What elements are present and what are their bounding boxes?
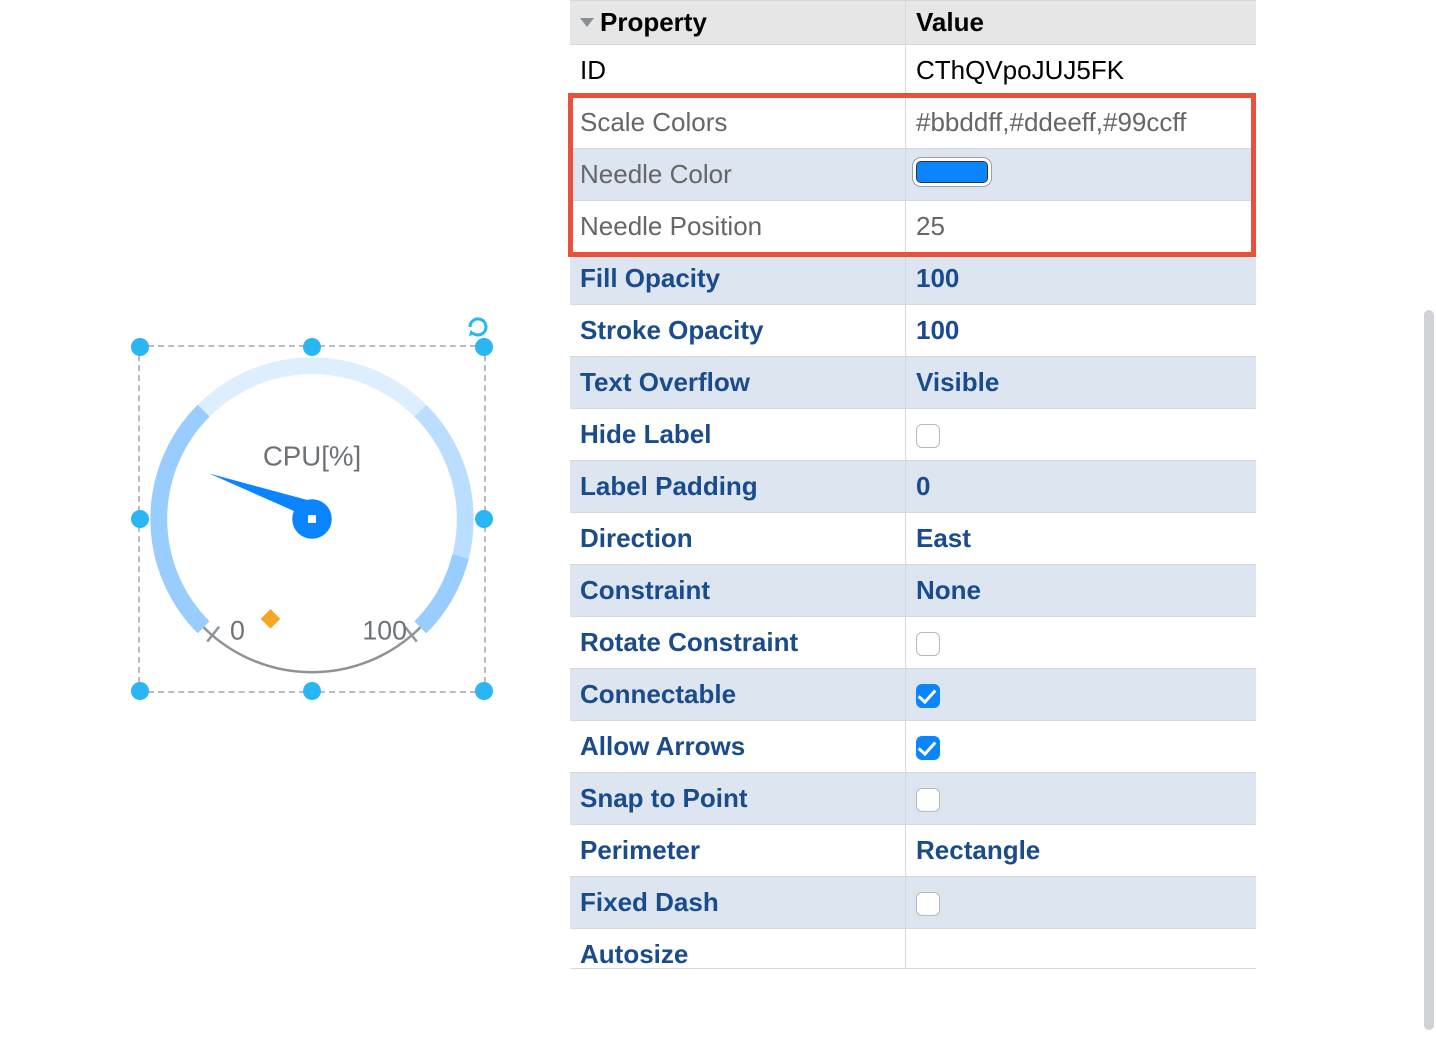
property-value-rotate_constraint[interactable] — [906, 617, 1256, 668]
waypoint-diamond-icon[interactable] — [261, 609, 281, 629]
property-label-needle_color: Needle Color — [570, 149, 906, 200]
property-label-text_overflow: Text Overflow — [570, 357, 906, 408]
property-header-row: Property Value — [570, 1, 1256, 45]
property-label-label_padding: Label Padding — [570, 461, 906, 512]
property-row-fill_opacity[interactable]: Fill Opacity100 — [570, 253, 1256, 305]
property-value-snap_to_point[interactable] — [906, 773, 1256, 824]
property-value-connectable[interactable] — [906, 669, 1256, 720]
property-label-needle_position: Needle Position — [570, 201, 906, 252]
property-row-needle_position[interactable]: Needle Position25 — [570, 201, 1256, 253]
property-value-autosize[interactable] — [906, 929, 1256, 968]
property-value-text_overflow[interactable]: Visible — [906, 357, 1256, 408]
checkbox-allow_arrows[interactable] — [916, 736, 940, 760]
property-value-hide_label[interactable] — [906, 409, 1256, 460]
checkbox-hide_label[interactable] — [916, 424, 940, 448]
property-value-allow_arrows[interactable] — [906, 721, 1256, 772]
property-label-stroke_opacity: Stroke Opacity — [570, 305, 906, 356]
property-row-connectable[interactable]: Connectable — [570, 669, 1256, 721]
property-value-scale_colors[interactable]: #bbddff,#ddeeff,#99ccff — [906, 97, 1256, 148]
property-value-id[interactable]: CThQVpoJUJ5FK — [906, 45, 1256, 96]
gauge-max-label: 100 — [362, 616, 407, 646]
checkbox-snap_to_point[interactable] — [916, 788, 940, 812]
property-row-perimeter[interactable]: PerimeterRectangle — [570, 825, 1256, 877]
property-value-fixed_dash[interactable] — [906, 877, 1256, 928]
color-swatch-needle_color[interactable] — [916, 161, 988, 183]
property-value-fill_opacity[interactable]: 100 — [906, 253, 1256, 304]
property-row-constraint[interactable]: ConstraintNone — [570, 565, 1256, 617]
property-row-id[interactable]: IDCThQVpoJUJ5FK — [570, 45, 1256, 97]
checkbox-rotate_constraint[interactable] — [916, 632, 940, 656]
property-label-id: ID — [570, 45, 906, 96]
property-row-stroke_opacity[interactable]: Stroke Opacity100 — [570, 305, 1256, 357]
property-row-snap_to_point[interactable]: Snap to Point — [570, 773, 1256, 825]
property-label-autosize: Autosize — [570, 929, 906, 968]
property-label-constraint: Constraint — [570, 565, 906, 616]
property-row-rotate_constraint[interactable]: Rotate Constraint — [570, 617, 1256, 669]
property-label-hide_label: Hide Label — [570, 409, 906, 460]
disclosure-triangle-icon[interactable] — [580, 18, 594, 27]
header-property[interactable]: Property — [570, 1, 906, 44]
property-label-perimeter: Perimeter — [570, 825, 906, 876]
property-value-needle_color[interactable] — [906, 149, 1256, 200]
property-value-label_padding[interactable]: 0 — [906, 461, 1256, 512]
gauge-title: CPU[%] — [263, 441, 361, 472]
property-value-perimeter[interactable]: Rectangle — [906, 825, 1256, 876]
panel-scrollbar[interactable] — [1422, 310, 1436, 1030]
property-row-label_padding[interactable]: Label Padding0 — [570, 461, 1256, 513]
property-row-scale_colors[interactable]: Scale Colors#bbddff,#ddeeff,#99ccff — [570, 97, 1256, 149]
gauge-min-label: 0 — [230, 616, 245, 646]
rotate-handle-icon[interactable] — [466, 315, 490, 344]
gauge-shape[interactable]: 0 100 CPU[%] — [140, 347, 484, 691]
property-label-snap_to_point: Snap to Point — [570, 773, 906, 824]
property-panel: Property Value IDCThQVpoJUJ5FKScale Colo… — [570, 0, 1256, 969]
diagram-canvas[interactable]: 0 100 CPU[%] — [0, 0, 570, 1056]
property-row-allow_arrows[interactable]: Allow Arrows — [570, 721, 1256, 773]
checkbox-connectable[interactable] — [916, 684, 940, 708]
gauge-needle — [209, 474, 332, 539]
property-value-needle_position[interactable]: 25 — [906, 201, 1256, 252]
property-row-fixed_dash[interactable]: Fixed Dash — [570, 877, 1256, 929]
property-row-needle_color[interactable]: Needle Color — [570, 149, 1256, 201]
property-row-direction[interactable]: DirectionEast — [570, 513, 1256, 565]
property-label-fill_opacity: Fill Opacity — [570, 253, 906, 304]
property-value-constraint[interactable]: None — [906, 565, 1256, 616]
checkbox-fixed_dash[interactable] — [916, 892, 940, 916]
property-label-allow_arrows: Allow Arrows — [570, 721, 906, 772]
property-value-direction[interactable]: East — [906, 513, 1256, 564]
header-value: Value — [906, 1, 1256, 44]
property-row-autosize[interactable]: Autosize — [570, 929, 1256, 969]
property-row-hide_label[interactable]: Hide Label — [570, 409, 1256, 461]
property-label-direction: Direction — [570, 513, 906, 564]
scrollbar-thumb[interactable] — [1424, 310, 1434, 1030]
property-label-connectable: Connectable — [570, 669, 906, 720]
property-label-rotate_constraint: Rotate Constraint — [570, 617, 906, 668]
property-label-fixed_dash: Fixed Dash — [570, 877, 906, 928]
property-value-stroke_opacity[interactable]: 100 — [906, 305, 1256, 356]
shape-selection[interactable]: 0 100 CPU[%] — [138, 345, 486, 693]
property-row-text_overflow[interactable]: Text OverflowVisible — [570, 357, 1256, 409]
property-label-scale_colors: Scale Colors — [570, 97, 906, 148]
